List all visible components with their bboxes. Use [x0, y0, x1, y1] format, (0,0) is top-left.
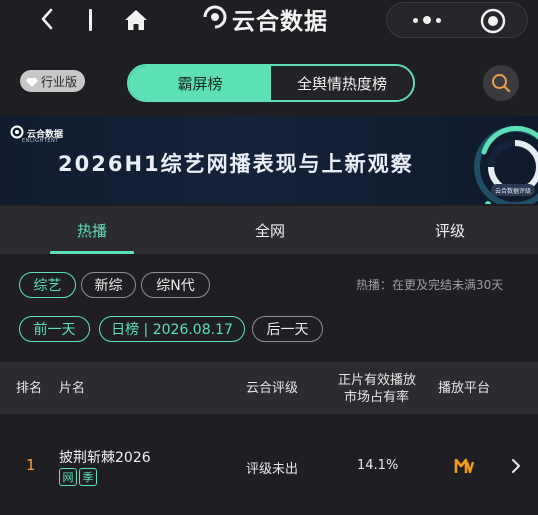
table-header: 排名 片名 云合评级 正片有效播放 市场占有率 播放平台 — [0, 362, 538, 414]
tab-hot[interactable]: 热播 — [52, 206, 132, 254]
nav-divider — [89, 9, 92, 31]
edition-label: 行业版 — [41, 74, 78, 89]
ranking-type-segment: 霸屏榜 全舆情热度榜 — [127, 64, 415, 102]
top-nav: 云合数据 — [0, 0, 538, 40]
header-share-line2: 市场占有率 — [344, 390, 410, 405]
filter-variety[interactable]: 综艺 — [19, 272, 76, 298]
more-dots-icon[interactable] — [405, 12, 449, 28]
row-rating: 评级未出 — [246, 462, 299, 477]
row-tags: 网 季 — [59, 468, 97, 486]
ranking-tabs: 热播 全网 评级 — [0, 206, 538, 254]
tab-rating[interactable]: 评级 — [410, 206, 490, 254]
promo-banner[interactable]: 云合数据 ENLIGHTENT 2026H1综艺网播表现与上新观察 云合数据评级 — [0, 116, 538, 204]
banner-badge: 云合数据评级 — [491, 184, 536, 196]
tab-all-network[interactable]: 全网 — [230, 206, 310, 254]
date-picker-button[interactable]: 日榜 | 2026.08.17 — [99, 316, 245, 342]
prev-day-button[interactable]: 前一天 — [19, 316, 90, 342]
table-row[interactable]: 1 披荆斩棘2026 网 季 评级未出 14.1% — [0, 416, 538, 515]
mango-tv-icon — [454, 456, 475, 476]
row-rank: 1 — [26, 456, 36, 474]
filter-note: 热播：在更及完结未满30天 — [356, 278, 504, 292]
active-tab-indicator — [50, 251, 134, 254]
target-close-icon[interactable] — [480, 8, 506, 34]
row-market-share: 14.1% — [357, 458, 399, 473]
home-icon[interactable] — [123, 7, 149, 33]
next-day-button[interactable]: 后一天 — [252, 316, 323, 342]
header-rank: 排名 — [16, 381, 43, 396]
edition-badge[interactable]: 行业版 — [20, 70, 86, 92]
filter-sequel-variety[interactable]: 综N代 — [141, 272, 210, 298]
header-rating: 云合评级 — [246, 381, 299, 396]
banner-logo-subtitle: ENLIGHTENT — [22, 138, 59, 144]
mini-program-capsule — [386, 2, 528, 38]
chevron-right-icon[interactable] — [510, 458, 522, 474]
search-button[interactable] — [483, 65, 519, 101]
app-title-text: 云合数据 — [232, 9, 328, 35]
segment-option-bapin[interactable]: 霸屏榜 — [129, 66, 271, 100]
yunhe-logo-icon — [202, 4, 228, 34]
search-icon — [483, 74, 519, 105]
tag-season: 季 — [79, 468, 97, 486]
chevron-left-icon[interactable] — [36, 6, 60, 32]
tag-network: 网 — [59, 468, 77, 486]
row-show-name: 披荆斩棘2026 — [59, 450, 151, 466]
diamond-icon — [26, 72, 38, 91]
banner-title: 2026H1综艺网播表现与上新观察 — [58, 152, 414, 176]
ranking-switch-bar: 行业版 霸屏榜 全舆情热度榜 — [0, 50, 538, 114]
segment-option-sentiment[interactable]: 全舆情热度榜 — [271, 66, 413, 100]
app-title: 云合数据 — [202, 4, 328, 35]
filter-new-variety[interactable]: 新综 — [81, 272, 136, 298]
header-share-line1: 正片有效播放 — [338, 373, 417, 388]
header-name: 片名 — [59, 381, 86, 396]
header-platform: 播放平台 — [438, 381, 491, 396]
